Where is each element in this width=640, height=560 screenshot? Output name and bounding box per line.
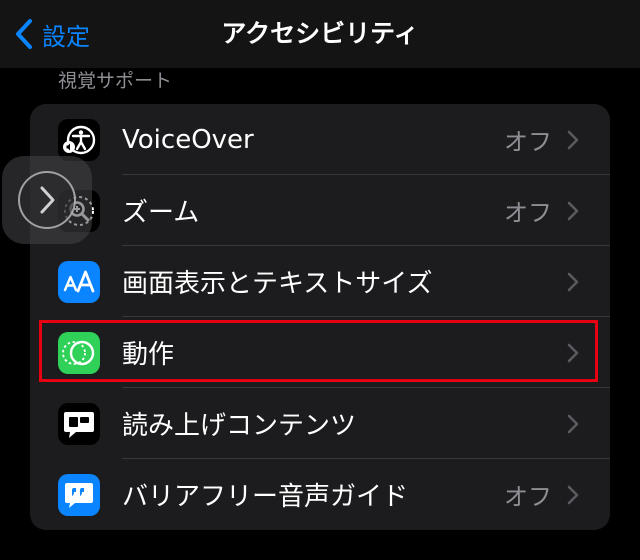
row-label: 動作	[122, 340, 175, 370]
text-size-icon	[58, 260, 100, 303]
row-motion[interactable]: 動作	[30, 317, 610, 388]
chevron-right-icon	[567, 485, 579, 504]
row-voiceover[interactable]: VoiceOver オフ	[30, 104, 610, 175]
row-value: オフ	[504, 199, 552, 227]
row-spoken-content[interactable]: 読み上げコンテンツ	[30, 388, 610, 459]
row-label: バリアフリー音声ガイド	[122, 482, 409, 512]
motion-icon	[58, 331, 100, 374]
assistive-touch-button[interactable]	[2, 156, 92, 244]
chevron-right-icon	[567, 201, 579, 220]
row-label: 読み上げコンテンツ	[122, 411, 357, 441]
assistive-touch-inner	[18, 171, 76, 229]
row-label: ズーム	[122, 198, 200, 228]
page-title: アクセシビリティ	[221, 19, 419, 48]
row-label: 画面表示とテキストサイズ	[122, 269, 433, 299]
chevron-right-icon	[567, 272, 579, 291]
row-label: VoiceOver	[122, 124, 254, 155]
row-value: オフ	[504, 128, 552, 156]
spoken-content-icon	[58, 402, 100, 445]
chevron-right-icon	[40, 186, 55, 214]
row-value: オフ	[504, 483, 552, 511]
chevron-right-icon	[567, 343, 579, 362]
navigation-bar: 設定 アクセシビリティ	[0, 0, 640, 68]
audio-descriptions-icon	[58, 473, 100, 516]
section-header: 視覚サポート	[58, 70, 173, 92]
settings-list: VoiceOver オフ ズーム オフ 画面表示とテキストサイズ 動作 読み上げ…	[30, 104, 610, 530]
chevron-right-icon	[567, 130, 579, 149]
row-display-text-size[interactable]: 画面表示とテキストサイズ	[30, 246, 610, 317]
row-zoom[interactable]: ズーム オフ	[30, 175, 610, 246]
row-audio-descriptions[interactable]: バリアフリー音声ガイド オフ	[30, 459, 610, 530]
chevron-right-icon	[567, 414, 579, 433]
accessibility-screen: 設定 アクセシビリティ 視覚サポート VoiceOver オフ ズーム オフ 画…	[0, 0, 640, 560]
voiceover-icon	[58, 118, 100, 161]
